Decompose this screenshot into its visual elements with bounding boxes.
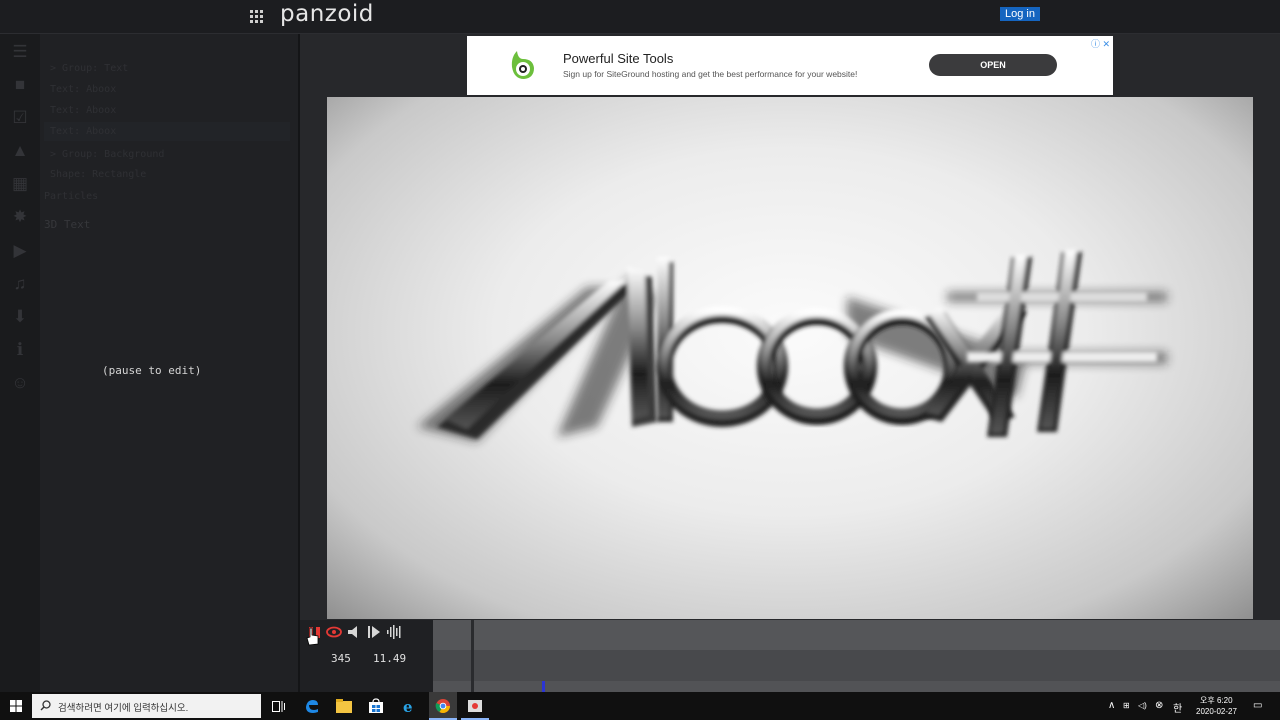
search-icon — [40, 700, 51, 711]
chrome-icon[interactable] — [433, 696, 453, 716]
windows-start-button[interactable] — [0, 692, 32, 720]
login-button[interactable]: Log in — [1000, 7, 1040, 21]
time-counter: 11.49 — [373, 652, 407, 665]
top-bar: panzoid Log in — [0, 0, 1280, 34]
track-row[interactable] — [433, 650, 1280, 681]
section-title: 3D Text — [44, 218, 91, 231]
tray-network-icon[interactable]: ⊞ — [1123, 701, 1130, 710]
svg-text:e: e — [403, 698, 413, 714]
notification-icon[interactable]: ▭ — [1253, 700, 1262, 711]
clock-time[interactable]: 오후 6:20 — [1200, 695, 1233, 706]
layer-item[interactable]: > Group: Text — [50, 63, 128, 74]
image-icon[interactable]: ▲ — [10, 141, 30, 161]
layers-icon[interactable]: ▦ — [10, 174, 30, 194]
keyframe-marker[interactable] — [542, 681, 545, 692]
ad-banner[interactable]: Powerful Site Tools Sign up for SiteGrou… — [467, 36, 1113, 95]
siteground-logo-icon — [511, 51, 534, 79]
task-view-icon[interactable] — [268, 696, 288, 716]
tray-ime-icon[interactable]: 한 — [1173, 700, 1182, 715]
internet-explorer-icon[interactable]: e — [399, 696, 419, 716]
tray-expand-icon[interactable]: ∧ — [1108, 700, 1115, 711]
frame-counter: 345 — [331, 652, 351, 665]
properties-panel: > Group: Text Text: Aboox Text: Aboox Te… — [40, 34, 298, 692]
file-explorer-icon[interactable] — [334, 696, 354, 716]
recorder-app-icon[interactable] — [465, 696, 485, 716]
apps-grid-icon[interactable] — [250, 10, 264, 24]
taskbar-search-box[interactable]: 검색하려면 여기에 입력하십시오. — [32, 694, 261, 718]
video-icon[interactable]: ▶ — [10, 241, 30, 261]
burst-icon[interactable]: ✸ — [10, 207, 30, 227]
play-icon[interactable] — [366, 624, 382, 640]
layer-item[interactable]: Text: Aboox — [50, 84, 116, 95]
download-icon[interactable]: ⬇ — [10, 307, 30, 327]
tray-status-icon[interactable]: ⊗ — [1155, 700, 1163, 711]
waveform-icon[interactable] — [386, 624, 402, 640]
layer-item[interactable]: Text: Aboox — [50, 105, 116, 116]
windows-start-icon — [10, 700, 22, 712]
pause-to-edit-label: (pause to edit) — [102, 364, 202, 377]
timeline-track[interactable] — [433, 620, 1280, 692]
ad-title: Powerful Site Tools — [563, 51, 674, 66]
tray-volume-icon[interactable]: ◁) — [1138, 701, 1147, 710]
tool-rail: ☰ ■ ☑ ▲ ▦ ✸ ▶ ♫ ⬇ ℹ ☺ — [0, 34, 40, 692]
eye-icon[interactable] — [326, 624, 342, 640]
aboox-3d-text-render — [417, 250, 1167, 442]
ad-open-button[interactable]: OPEN — [929, 54, 1057, 76]
preview-area: Powerful Site Tools Sign up for SiteGrou… — [300, 34, 1280, 620]
timeline: 345 11.49 — [300, 620, 1280, 692]
clock-date[interactable]: 2020-02-27 — [1196, 707, 1237, 716]
ad-subtitle: Sign up for SiteGround hosting and get t… — [563, 69, 858, 79]
layer-item[interactable]: Shape: Rectangle — [50, 169, 146, 180]
music-icon[interactable]: ♫ — [10, 274, 30, 294]
app-window: panzoid Log in ☰ ■ ☑ ▲ ▦ ✸ ▶ ♫ ⬇ ℹ ☺ > G… — [0, 0, 1280, 720]
menu-icon[interactable]: ☰ — [10, 42, 30, 62]
layer-item[interactable]: Particles — [44, 191, 98, 202]
checkbox-icon[interactable]: ☑ — [10, 108, 30, 128]
app-logo[interactable]: panzoid — [280, 1, 374, 27]
layer-item[interactable]: > Group: Background — [50, 149, 164, 160]
store-icon[interactable] — [366, 696, 386, 716]
info-icon[interactable]: ℹ — [10, 340, 30, 360]
folder-icon[interactable]: ■ — [10, 75, 30, 95]
smile-icon[interactable]: ☺ — [10, 373, 30, 393]
track-row[interactable] — [433, 620, 1280, 650]
windows-taskbar: 검색하려면 여기에 입력하십시오. e ∧ ⊞ ◁) ⊗ 한 오후 6:20 2… — [0, 692, 1280, 720]
edge-icon[interactable] — [302, 696, 322, 716]
volume-icon[interactable] — [346, 624, 362, 640]
playhead[interactable] — [471, 620, 474, 692]
search-placeholder: 검색하려면 여기에 입력하십시오. — [58, 703, 189, 714]
track-row[interactable] — [433, 681, 1280, 692]
ad-choices-icon[interactable]: ⓘ ✕ — [1091, 37, 1110, 50]
preview-canvas[interactable] — [327, 97, 1253, 619]
hand-cursor-icon — [306, 627, 319, 646]
layer-item-selected[interactable]: Text: Aboox — [50, 126, 116, 137]
